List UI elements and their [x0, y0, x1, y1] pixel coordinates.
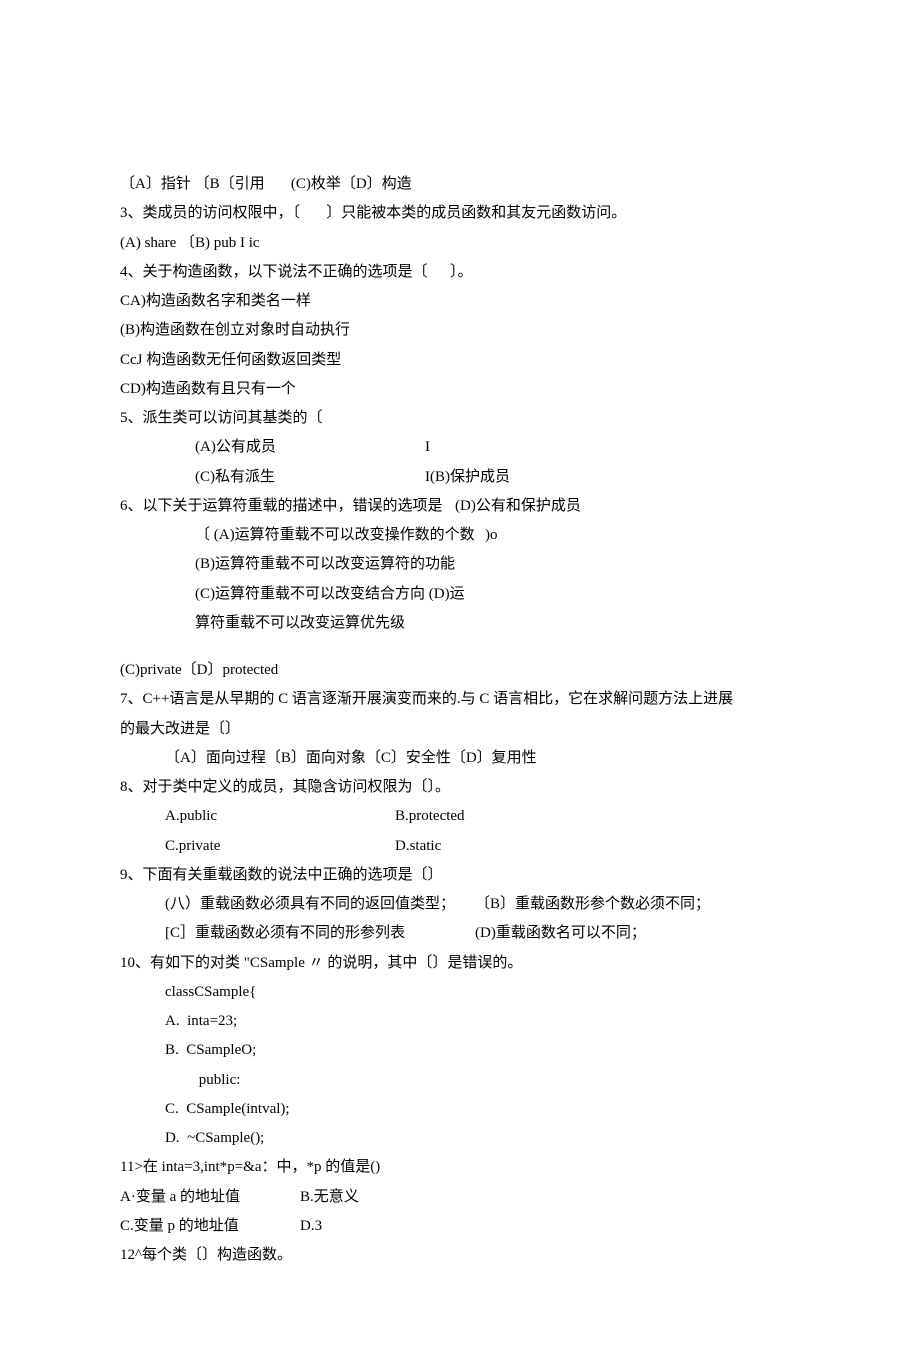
q11-option-a: A·变量 a 的地址值	[120, 1183, 300, 1212]
q9-stem: 9、下面有关重载函数的说法中正确的选项是〔〕	[120, 861, 800, 890]
q8-option-c: C.private	[165, 832, 395, 861]
q9-option-b: 〔B〕重载函数形参个数必须不同；	[475, 890, 710, 919]
q7-stem-2: 的最大改进是〔〕	[120, 715, 800, 744]
q11-option-b: B.无意义	[300, 1183, 359, 1212]
q6-row-a: 〔 (A)运算符重载不可以改变操作数的个数 )o	[120, 521, 800, 550]
q2-options: 〔A〕指针 〔B〔引用 (C)枚举〔D〕构造	[120, 170, 800, 199]
q4-option-d: CD)构造函数有且只有一个	[120, 375, 800, 404]
q9-row2: [C］重载函数必须有不同的形参列表 (D)重载函数名可以不同；	[120, 919, 800, 948]
q3-options-cd: (C)private〔D〕protected	[120, 656, 800, 685]
q10-stem: 10、有如下的对类 "CSample 〃 的说明，其中〔〕是错误的。	[120, 949, 800, 978]
q5-stem: 5、派生类可以访问其基类的〔	[120, 404, 800, 433]
q8-stem: 8、对于类中定义的成员，其隐含访问权限为〔〕。	[120, 773, 800, 802]
q3-stem: 3、类成员的访问权限中，〔 〕只能被本类的成员函数和其友元函数访问。	[120, 199, 800, 228]
q4-option-c: CcJ 构造函数无任何函数返回类型	[120, 346, 800, 375]
q7-stem-1: 7、C++语言是从早期的 C 语言逐渐开展演变而来的.与 C 语言相比，它在求解…	[120, 685, 800, 714]
q4-option-a: CA)构造函数名字和类名一样	[120, 287, 800, 316]
q6-stem: 6、以下关于运算符重载的描述中，错误的选项是	[120, 492, 455, 521]
q8-option-b: B.protected	[395, 802, 465, 831]
q5-row1: (A)公有成员 I	[120, 433, 800, 462]
document-page: 〔A〕指针 〔B〔引用 (C)枚举〔D〕构造 3、类成员的访问权限中，〔 〕只能…	[0, 0, 920, 1350]
q8-option-d: D.static	[395, 832, 441, 861]
q10-code-public: public:	[120, 1066, 800, 1095]
q10-code-b: B. CSampleO;	[120, 1036, 800, 1065]
q9-row1: (八）重载函数必须具有不同的返回值类型； 〔B〕重载函数形参个数必须不同；	[120, 890, 800, 919]
q8-row1: A.public B.protected	[120, 802, 800, 831]
q6-option-a: 〔 (A)运算符重载不可以改变操作数的个数	[195, 521, 485, 550]
q4-stem: 4、关于构造函数，以下说法不正确的选项是〔 〕。	[120, 258, 800, 287]
q11-stem: 11>在 inta=3,int*p=&a：中，*p 的值是()	[120, 1153, 800, 1182]
q8-option-a: A.public	[165, 802, 395, 831]
q4-option-b: (B)构造函数在创立对象时自动执行	[120, 316, 800, 345]
q5-option-c: (C)私有派生	[195, 463, 425, 492]
q10-code-a: A. inta=23;	[120, 1007, 800, 1036]
q11-row1: A·变量 a 的地址值 B.无意义	[120, 1183, 800, 1212]
q9-option-c: [C］重载函数必须有不同的形参列表	[165, 919, 475, 948]
q8-row2: C.private D.static	[120, 832, 800, 861]
q9-option-d: (D)重载函数名可以不同；	[475, 919, 646, 948]
q6-stem-row: 6、以下关于运算符重载的描述中，错误的选项是 (D)公有和保护成员	[120, 492, 800, 521]
q10-code-d: D. ~CSample();	[120, 1124, 800, 1153]
q6-option-c: (C)运算符重载不可以改变结合方向 (D)运	[120, 580, 800, 609]
q5-option-b: I(B)保护成员	[425, 463, 510, 492]
q6-option-b: (B)运算符重载不可以改变运算符的功能	[120, 550, 800, 579]
q9-option-a: (八）重载函数必须具有不同的返回值类型；	[165, 890, 475, 919]
q12-stem: 12^每个类〔〕构造函数。	[120, 1241, 800, 1270]
q6-option-d: 算符重载不可以改变运算优先级	[120, 609, 800, 638]
q10-code-1: classCSample{	[120, 978, 800, 1007]
q5-option-a: (A)公有成员	[195, 433, 425, 462]
q6-stray: )o	[485, 521, 498, 550]
q11-row2: C.变量 p 的地址值 D.3	[120, 1212, 800, 1241]
q3-options: (A) share 〔B) pub I ic	[120, 229, 800, 258]
q5-stray-i: I	[425, 433, 430, 462]
q5-option-d: (D)公有和保护成员	[455, 492, 581, 521]
q11-option-c: C.变量 p 的地址值	[120, 1212, 300, 1241]
q11-option-d: D.3	[300, 1212, 322, 1241]
q10-code-c: C. CSample(intval);	[120, 1095, 800, 1124]
q7-options: 〔A〕面向过程〔B〕面向对象〔C〕安全性〔D〕复用性	[120, 744, 800, 773]
q5-row2: (C)私有派生 I(B)保护成员	[120, 463, 800, 492]
